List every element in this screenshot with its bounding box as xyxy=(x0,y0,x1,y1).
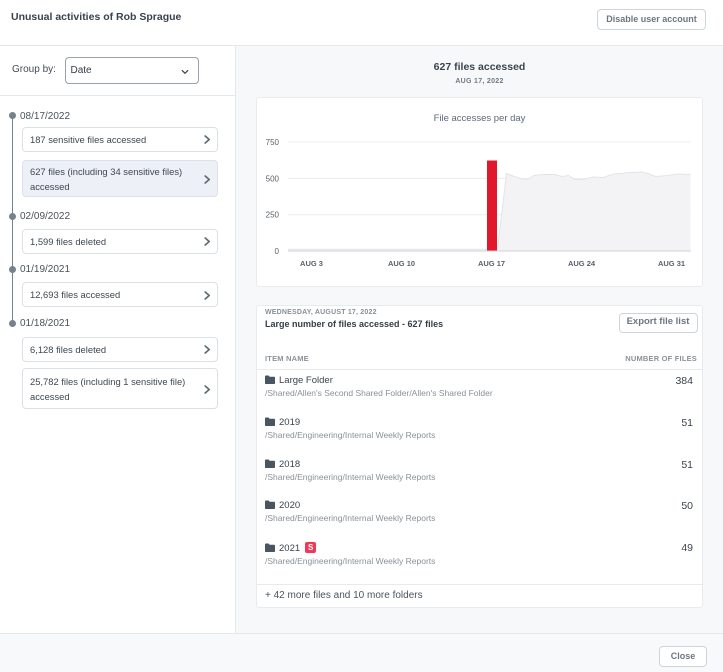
svg-text:AUG 31: AUG 31 xyxy=(658,259,685,268)
svg-text:AUG 3: AUG 3 xyxy=(300,259,323,268)
svg-text:250: 250 xyxy=(266,210,280,219)
svg-text:AUG 10: AUG 10 xyxy=(388,259,415,268)
svg-text:750: 750 xyxy=(266,138,280,147)
svg-text:0: 0 xyxy=(275,247,280,256)
svg-text:AUG 17: AUG 17 xyxy=(478,259,505,268)
svg-text:500: 500 xyxy=(266,174,280,183)
svg-text:AUG 24: AUG 24 xyxy=(568,259,596,268)
